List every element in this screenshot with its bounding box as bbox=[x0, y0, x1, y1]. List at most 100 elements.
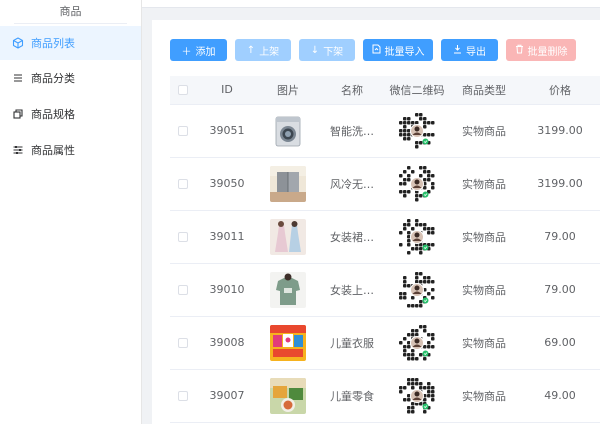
batch-import-button[interactable]: 批量导入 bbox=[363, 39, 433, 61]
column-header-qrcode: 微信二维码 bbox=[386, 76, 448, 105]
row-select-cell bbox=[170, 316, 196, 370]
row-checkbox[interactable] bbox=[178, 126, 188, 136]
sidebar-item-label: 商品列表 bbox=[31, 37, 75, 50]
id-cell: 39007 bbox=[196, 369, 258, 423]
arrow-up-icon: ↑ bbox=[246, 44, 256, 56]
kids-snacks-image[interactable] bbox=[270, 377, 306, 414]
off-shelf-button[interactable]: ↓ 下架 bbox=[299, 39, 355, 61]
wechat-qrcode-image[interactable] bbox=[399, 377, 435, 414]
plus-icon: ＋ bbox=[181, 46, 192, 58]
table-row[interactable]: 39010 女装上… 实物商品 79.00 bbox=[170, 263, 600, 317]
id-cell: 39050 bbox=[196, 157, 258, 211]
qrcode-cell bbox=[386, 316, 448, 370]
id-cell: 39010 bbox=[196, 263, 258, 317]
wechat-qrcode-image[interactable] bbox=[399, 218, 435, 255]
sidebar-item-product-spec[interactable]: 商品规格 bbox=[0, 97, 141, 131]
select-all-cell bbox=[170, 76, 196, 105]
sidebar-item-label: 商品属性 bbox=[31, 144, 75, 157]
price-cell: 69.00 bbox=[520, 316, 600, 370]
main-area: ＋添加 ↑ 上架 ↓ 下架 批量导入 导出 批量删除 ID 图片 名称 微信二维… bbox=[142, 0, 600, 424]
image-cell bbox=[258, 104, 318, 158]
sidebar-item-product-list[interactable]: 商品列表 bbox=[0, 26, 141, 60]
image-cell bbox=[258, 369, 318, 423]
price-cell: 3199.00 bbox=[520, 157, 600, 211]
arrow-down-icon: ↓ bbox=[310, 44, 320, 56]
sidebar: 商品 商品列表 商品分类 商品规格 商品属性 bbox=[0, 0, 142, 424]
refrigerator-image[interactable] bbox=[270, 165, 306, 202]
id-cell: 39011 bbox=[196, 210, 258, 264]
row-checkbox[interactable] bbox=[178, 232, 188, 242]
image-cell bbox=[258, 316, 318, 370]
name-cell: 女装上… bbox=[318, 263, 386, 317]
type-cell: 实物商品 bbox=[448, 157, 520, 211]
tabs-bar bbox=[142, 0, 600, 8]
row-checkbox[interactable] bbox=[178, 285, 188, 295]
column-header-id[interactable]: ID bbox=[196, 76, 258, 105]
column-header-type: 商品类型 bbox=[448, 76, 520, 105]
wechat-qrcode-image[interactable] bbox=[399, 165, 435, 202]
list-icon bbox=[12, 72, 24, 84]
image-cell bbox=[258, 263, 318, 317]
copy-icon bbox=[12, 108, 24, 120]
select-all-checkbox[interactable] bbox=[178, 85, 188, 96]
name-cell: 风冷无… bbox=[318, 157, 386, 211]
row-select-cell bbox=[170, 369, 196, 423]
table-row[interactable]: 39007 儿童零食 实物商品 49.00 bbox=[170, 369, 600, 423]
sidebar-item-product-attr[interactable]: 商品属性 bbox=[0, 133, 141, 167]
column-header-image: 图片 bbox=[258, 76, 318, 105]
table-row[interactable]: 39051 智能洗… 实物商品 3199.00 bbox=[170, 104, 600, 158]
add-button[interactable]: ＋添加 bbox=[170, 39, 227, 61]
sidebar-item-product-category[interactable]: 商品分类 bbox=[0, 61, 141, 95]
sidebar-item-label: 商品规格 bbox=[31, 108, 75, 121]
image-cell bbox=[258, 210, 318, 264]
type-cell: 实物商品 bbox=[448, 369, 520, 423]
id-cell: 39008 bbox=[196, 316, 258, 370]
table-row[interactable]: 39050 风冷无… 实物商品 3199.00 bbox=[170, 157, 600, 211]
export-button[interactable]: 导出 bbox=[441, 39, 498, 61]
type-cell: 实物商品 bbox=[448, 104, 520, 158]
column-header-price[interactable]: 价格 bbox=[520, 76, 600, 105]
price-cell: 79.00 bbox=[520, 210, 600, 264]
row-select-cell bbox=[170, 263, 196, 317]
id-cell: 39051 bbox=[196, 104, 258, 158]
name-cell: 儿童衣服 bbox=[318, 316, 386, 370]
washing-machine-image[interactable] bbox=[270, 112, 306, 149]
table-header-row: ID 图片 名称 微信二维码 商品类型 价格 bbox=[170, 76, 600, 105]
qrcode-cell bbox=[386, 263, 448, 317]
womens-top-image[interactable] bbox=[270, 271, 306, 308]
wechat-qrcode-image[interactable] bbox=[399, 324, 435, 361]
dress-image[interactable] bbox=[270, 218, 306, 255]
kids-clothes-image[interactable] bbox=[270, 324, 306, 361]
wechat-qrcode-image[interactable] bbox=[399, 271, 435, 308]
sliders-icon bbox=[12, 144, 24, 156]
sidebar-item-label: 商品分类 bbox=[31, 72, 75, 85]
qrcode-cell bbox=[386, 104, 448, 158]
product-table: ID 图片 名称 微信二维码 商品类型 价格 39051 智能洗… 实物商品 3199… bbox=[170, 76, 600, 423]
row-checkbox[interactable] bbox=[178, 338, 188, 348]
qrcode-cell bbox=[386, 210, 448, 264]
wechat-qrcode-image[interactable] bbox=[399, 112, 435, 149]
download-icon bbox=[453, 44, 462, 57]
on-shelf-button[interactable]: ↑ 上架 bbox=[235, 39, 291, 61]
table-row[interactable]: 39008 儿童衣服 实物商品 69.00 bbox=[170, 316, 600, 370]
price-cell: 3199.00 bbox=[520, 104, 600, 158]
row-checkbox[interactable] bbox=[178, 391, 188, 401]
image-cell bbox=[258, 157, 318, 211]
trash-icon bbox=[515, 44, 524, 57]
cube-icon bbox=[12, 37, 24, 49]
content-card: ＋添加 ↑ 上架 ↓ 下架 批量导入 导出 批量删除 ID 图片 名称 微信二维… bbox=[152, 20, 600, 424]
row-select-cell bbox=[170, 157, 196, 211]
name-cell: 女装裙… bbox=[318, 210, 386, 264]
row-select-cell bbox=[170, 104, 196, 158]
toolbar: ＋添加 ↑ 上架 ↓ 下架 批量导入 导出 批量删除 bbox=[170, 39, 584, 61]
table-row[interactable]: 39011 女装裙… 实物商品 79.00 bbox=[170, 210, 600, 264]
type-cell: 实物商品 bbox=[448, 210, 520, 264]
row-checkbox[interactable] bbox=[178, 179, 188, 189]
price-cell: 79.00 bbox=[520, 263, 600, 317]
batch-delete-button[interactable]: 批量删除 bbox=[506, 39, 576, 61]
name-cell: 儿童零食 bbox=[318, 369, 386, 423]
price-cell: 49.00 bbox=[520, 369, 600, 423]
import-icon bbox=[372, 44, 381, 57]
type-cell: 实物商品 bbox=[448, 263, 520, 317]
qrcode-cell bbox=[386, 369, 448, 423]
